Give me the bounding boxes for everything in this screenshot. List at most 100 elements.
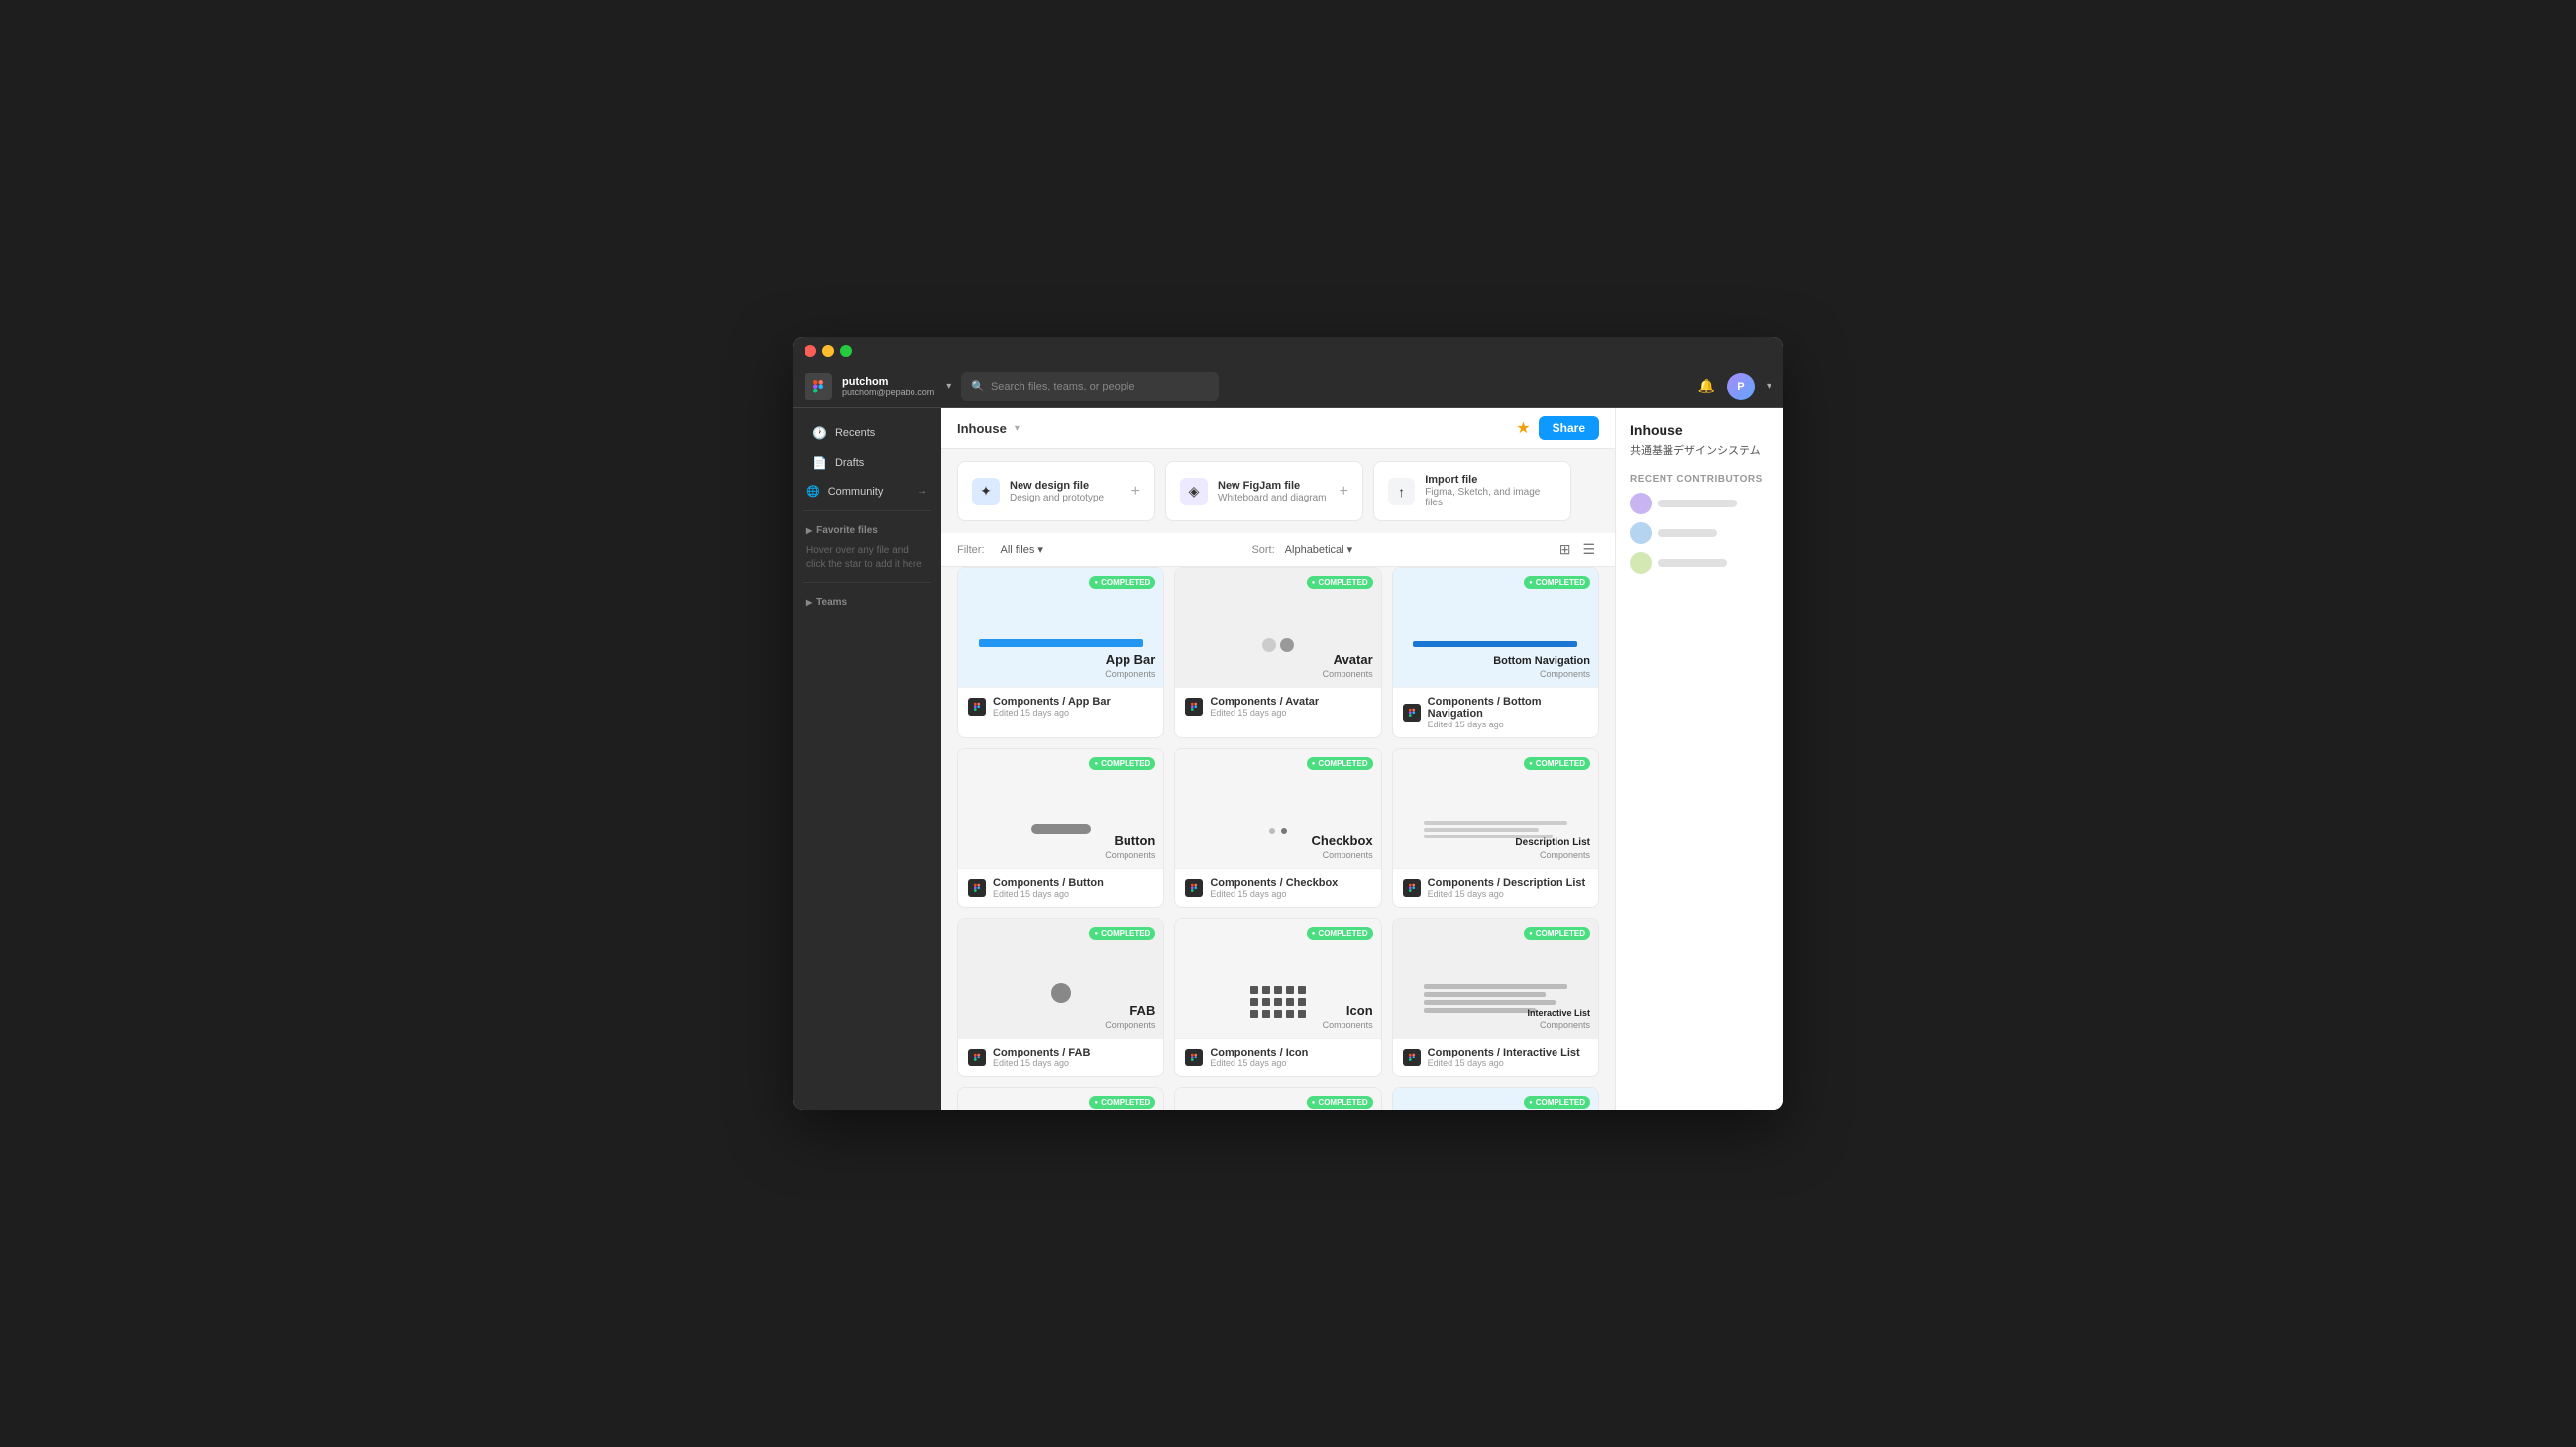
completed-badge-bottomnav: COMPLETED [1524, 576, 1590, 589]
list-view-button[interactable]: ☰ [1578, 539, 1599, 560]
recents-icon: 🕐 [812, 426, 827, 440]
file-card-app-bar[interactable]: COMPLETED App Bar Components Components … [957, 567, 1164, 738]
completed-badge-fab: COMPLETED [1089, 927, 1155, 940]
content-header: Inhouse ▾ ★ Share [941, 408, 1615, 449]
share-button[interactable]: Share [1539, 416, 1599, 440]
star-button[interactable]: ★ [1516, 418, 1530, 438]
appbar-thumb-bar [979, 639, 1143, 647]
file-card-checkbox[interactable]: COMPLETED Checkbox Components Components… [1174, 748, 1381, 908]
file-name-bottom-nav: Components / Bottom Navigation [1428, 696, 1588, 720]
file-date-desclist: Edited 15 days ago [1428, 889, 1586, 899]
minimize-dot[interactable] [822, 345, 834, 357]
sidebar-item-drafts[interactable]: 📄 Drafts [799, 449, 935, 477]
bottomnav-label: Bottom Navigation [1493, 655, 1590, 667]
quick-actions: ✦ New design file Design and prototype +… [941, 449, 1615, 533]
file-thumb-checkbox: COMPLETED Checkbox Components [1175, 749, 1380, 868]
avatar[interactable]: P [1727, 373, 1755, 400]
file-info-ilist: Components / Interactive List Edited 15 … [1393, 1038, 1598, 1076]
checkbox-thumb-dots [1269, 828, 1287, 834]
figma-file-icon-bottomnav [1403, 704, 1421, 722]
fab-label: FAB [1129, 1003, 1155, 1018]
breadcrumb: Inhouse [957, 421, 1007, 436]
new-design-subtitle: Design and prototype [1010, 493, 1104, 503]
fab-thumb-dot [1051, 983, 1071, 1003]
ilist-label: Interactive List [1527, 1008, 1590, 1018]
file-card-navdrawer[interactable]: COMPLETED Navigation Drawer Components C… [1392, 1087, 1599, 1110]
file-thumb-avatar: COMPLETED Avatar Components [1175, 568, 1380, 687]
sidebar-community-label: Community [828, 486, 884, 498]
file-info-icon: Components / Icon Edited 15 days ago [1175, 1038, 1380, 1076]
chevron-right-icon: ▶ [806, 526, 812, 535]
file-card-itable[interactable]: COMPLETED Interactive Table Components C… [957, 1087, 1164, 1110]
search-container[interactable]: 🔍 [961, 372, 1219, 401]
project-subtitle: 共通基盤デザインシステム [1630, 442, 1770, 458]
contributor-name-1 [1658, 500, 1737, 507]
file-card-bottom-nav[interactable]: COMPLETED Bottom Navigation Components C… [1392, 567, 1599, 738]
figma-file-icon-avatar [1185, 698, 1203, 716]
favorite-files-section: ▶ Favorite files [793, 517, 941, 540]
maximize-dot[interactable] [840, 345, 852, 357]
contributor-2 [1630, 522, 1770, 544]
file-date-button: Edited 15 days ago [993, 889, 1104, 899]
contributor-avatar-1 [1630, 493, 1652, 514]
file-meta-button: Components / Button Edited 15 days ago [993, 877, 1104, 899]
completed-badge-desclist: COMPLETED [1524, 757, 1590, 770]
ilist-sublabel: Components [1540, 1020, 1590, 1030]
contributor-name-3 [1658, 559, 1727, 567]
figma-file-icon-checkbox [1185, 879, 1203, 897]
avatar-chevron: ▾ [1767, 381, 1771, 391]
sort-button[interactable]: Alphabetical ▾ [1285, 543, 1352, 556]
file-card-avatar[interactable]: COMPLETED Avatar Components Components /… [1174, 567, 1381, 738]
file-meta-bottom-nav: Components / Bottom Navigation Edited 15… [1428, 696, 1588, 729]
file-meta-checkbox: Components / Checkbox Edited 15 days ago [1210, 877, 1338, 899]
view-toggle: ⊞ ☰ [1556, 539, 1599, 560]
breadcrumb-chevron: ▾ [1015, 423, 1020, 434]
figma-file-icon-ilist [1403, 1049, 1421, 1066]
new-design-text: New design file Design and prototype [1010, 480, 1104, 503]
file-thumb-list: COMPLETED List Components [1175, 1088, 1380, 1110]
sidebar-divider-2 [803, 582, 931, 583]
user-info[interactable]: putchom putchom@pepabo.com [842, 376, 934, 397]
file-card-icon[interactable]: COMPLETED Icon Components Components / I… [1174, 918, 1381, 1077]
filter-label: Filter: [957, 544, 985, 556]
new-figjam-icon: ◈ [1180, 478, 1208, 505]
figma-file-icon [968, 698, 986, 716]
icon-label: Icon [1346, 1003, 1373, 1018]
files-grid: COMPLETED App Bar Components Components … [941, 567, 1615, 1110]
filter-value: All files [1001, 544, 1035, 556]
completed-badge-avatar: COMPLETED [1307, 576, 1373, 589]
import-card[interactable]: ↑ Import file Figma, Sketch, and image f… [1373, 461, 1571, 521]
search-input[interactable] [991, 381, 1209, 392]
main-layout: 🕐 Recents 📄 Drafts 🌐 Community → ▶ Favor… [793, 408, 1783, 1110]
notification-icon[interactable]: 🔔 [1698, 378, 1715, 394]
import-title: Import file [1425, 474, 1556, 486]
sort-label: Sort: [1251, 544, 1274, 556]
sidebar-item-recents[interactable]: 🕐 Recents [799, 419, 935, 447]
file-date-ilist: Edited 15 days ago [1428, 1058, 1580, 1068]
desclist-thumb-lines [1424, 821, 1567, 838]
file-info-checkbox: Components / Checkbox Edited 15 days ago [1175, 868, 1380, 907]
main-content: Inhouse ▾ ★ Share ✦ New design file Desi… [941, 408, 1615, 1110]
sidebar-item-community[interactable]: 🌐 Community → [793, 478, 941, 504]
new-figjam-card[interactable]: ◈ New FigJam file Whiteboard and diagram… [1165, 461, 1363, 521]
appbar-sublabel: Components [1105, 669, 1155, 679]
appbar-label: App Bar [1106, 652, 1156, 667]
checkbox-label: Checkbox [1312, 834, 1373, 848]
grid-view-button[interactable]: ⊞ [1556, 539, 1575, 560]
username: putchom [842, 376, 934, 388]
new-design-card[interactable]: ✦ New design file Design and prototype + [957, 461, 1155, 521]
project-title: Inhouse [1630, 422, 1770, 438]
file-card-desclist[interactable]: COMPLETED Description List Components Co… [1392, 748, 1599, 908]
close-dot[interactable] [805, 345, 816, 357]
filter-button[interactable]: All files ▾ [995, 540, 1049, 559]
file-card-interactive-list[interactable]: COMPLETED Interactive List Components Co… [1392, 918, 1599, 1077]
button-thumb-inner [1031, 824, 1091, 834]
file-name-fab: Components / FAB [993, 1047, 1090, 1058]
file-card-fab[interactable]: COMPLETED FAB Components Components / FA… [957, 918, 1164, 1077]
file-card-button[interactable]: COMPLETED Button Components Components /… [957, 748, 1164, 908]
sort-chevron: ▾ [1347, 543, 1353, 556]
file-date-avatar: Edited 15 days ago [1210, 708, 1319, 718]
contributor-1 [1630, 493, 1770, 514]
file-thumb-navdrawer: COMPLETED Navigation Drawer Components [1393, 1088, 1598, 1110]
file-card-list[interactable]: COMPLETED List Components Components / L… [1174, 1087, 1381, 1110]
